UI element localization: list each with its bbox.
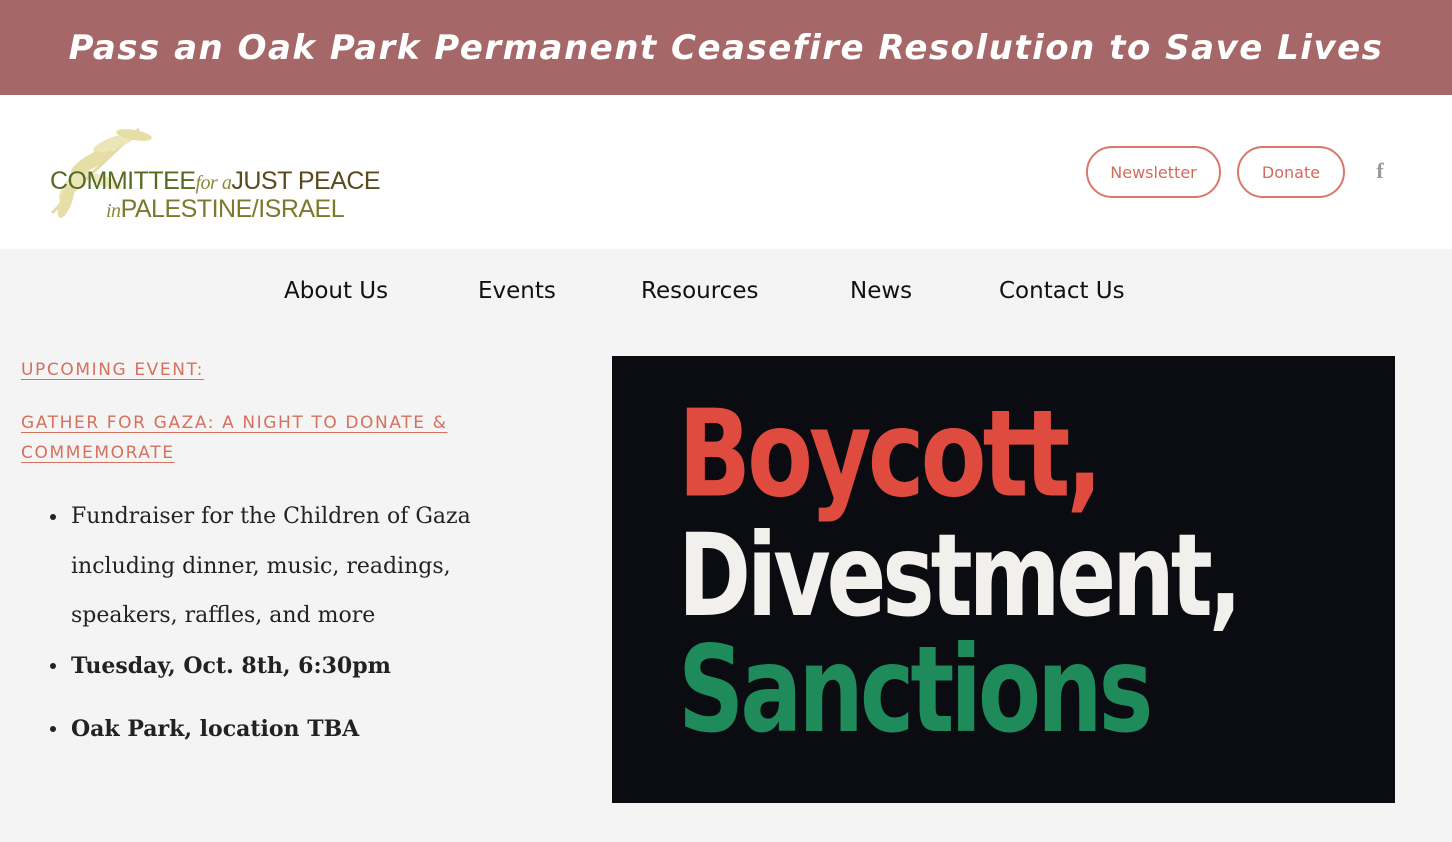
poster-word-sanctions: Sanctions (678, 620, 1153, 760)
poster-word-boycott: Boycott, (678, 384, 1103, 524)
site-header: COMMITTEEfor aJUST PEACE inPALESTINE/ISR… (0, 95, 1452, 249)
announcement-banner[interactable]: Pass an Oak Park Permanent Ceasefire Res… (0, 0, 1452, 95)
event-details-list: Fundraiser for the Children of Gaza incl… (48, 492, 548, 748)
nav-item-about-us[interactable]: About Us (284, 278, 388, 304)
site-logo[interactable]: COMMITTEEfor aJUST PEACE inPALESTINE/ISR… (44, 121, 404, 223)
list-item: Fundraiser for the Children of Gaza incl… (48, 492, 548, 641)
list-item: Oak Park, location TBA (48, 710, 548, 748)
logo-text-line1: COMMITTEEfor aJUST PEACE (50, 167, 381, 195)
banner-text[interactable]: Pass an Oak Park Permanent Ceasefire Res… (69, 28, 1384, 68)
logo-word-committee: COMMITTEE (50, 167, 196, 195)
donate-button[interactable]: Donate (1237, 146, 1345, 198)
facebook-icon[interactable]: f (1370, 157, 1390, 185)
logo-text-line2: inPALESTINE/ISRAEL (106, 195, 345, 223)
nav-item-news[interactable]: News (850, 278, 912, 304)
logo-word-justpeace: JUST PEACE (231, 167, 381, 195)
logo-word-in: in (106, 200, 121, 222)
nav-item-resources[interactable]: Resources (641, 278, 758, 304)
logo-word-fora: for a (195, 172, 232, 194)
nav-item-contact-us[interactable]: Contact Us (999, 278, 1125, 304)
poster-word-divestment: Divestment, (678, 508, 1242, 643)
bds-poster-image: Boycott, Divestment, Sanctions (612, 356, 1395, 803)
main-nav: About Us Events Resources News Contact U… (0, 268, 1452, 322)
event-title-link[interactable]: GATHER FOR GAZA: A NIGHT TO DONATE & COM… (21, 408, 491, 468)
upcoming-event-link[interactable]: UPCOMING EVENT: (21, 360, 204, 380)
list-item: Tuesday, Oct. 8th, 6:30pm (48, 647, 548, 685)
newsletter-button[interactable]: Newsletter (1086, 146, 1221, 198)
logo-word-palestine-israel: PALESTINE/ISRAEL (120, 195, 345, 223)
nav-item-events[interactable]: Events (478, 278, 556, 304)
